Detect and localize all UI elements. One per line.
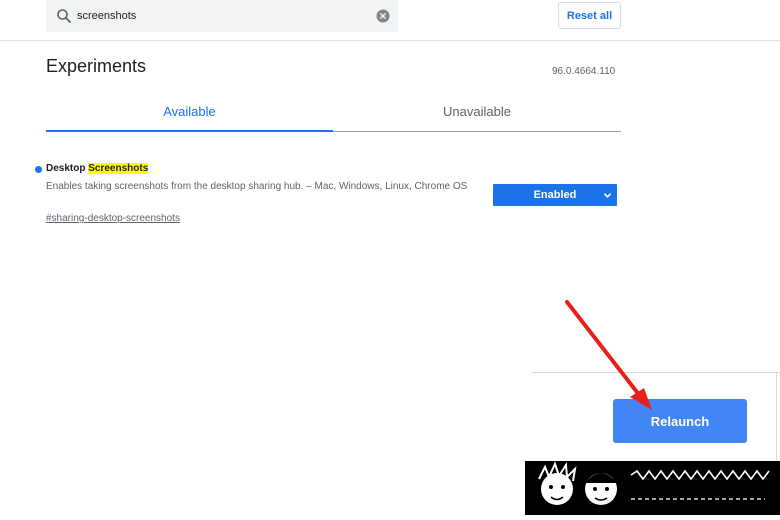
watermark-art: [525, 461, 780, 515]
chevron-down-icon: [603, 193, 612, 198]
search-box[interactable]: [46, 0, 398, 32]
search-input[interactable]: [77, 6, 357, 26]
search-icon: [57, 9, 71, 23]
experiment-state-select[interactable]: Enabled: [493, 184, 617, 206]
active-tab-indicator: [46, 130, 333, 132]
search-header: Reset all: [0, 0, 780, 41]
experiment-state-value: Enabled: [533, 189, 577, 201]
modified-indicator-dot: [35, 166, 42, 173]
experiment-title-prefix: Desktop: [46, 163, 89, 174]
version-label: 96.0.4664.110: [552, 66, 616, 77]
tab-unavailable[interactable]: Unavailable: [333, 104, 621, 130]
tab-available-label: Available: [163, 104, 216, 119]
tab-unavailable-label: Unavailable: [443, 104, 511, 119]
tab-available[interactable]: Available: [46, 104, 333, 130]
watermark-image: [525, 461, 780, 515]
experiment-permalink[interactable]: #sharing-desktop-screenshots: [46, 213, 180, 224]
red-arrow-icon: [565, 300, 652, 410]
page-title: Experiments: [46, 56, 147, 76]
experiment-title-highlight: Screenshots: [88, 163, 149, 174]
experiment-title: Desktop Screenshots: [46, 163, 149, 174]
reset-all-button[interactable]: Reset all: [558, 2, 621, 29]
experiment-description: Enables taking screenshots from the desk…: [46, 181, 468, 192]
clear-icon[interactable]: [376, 9, 390, 23]
